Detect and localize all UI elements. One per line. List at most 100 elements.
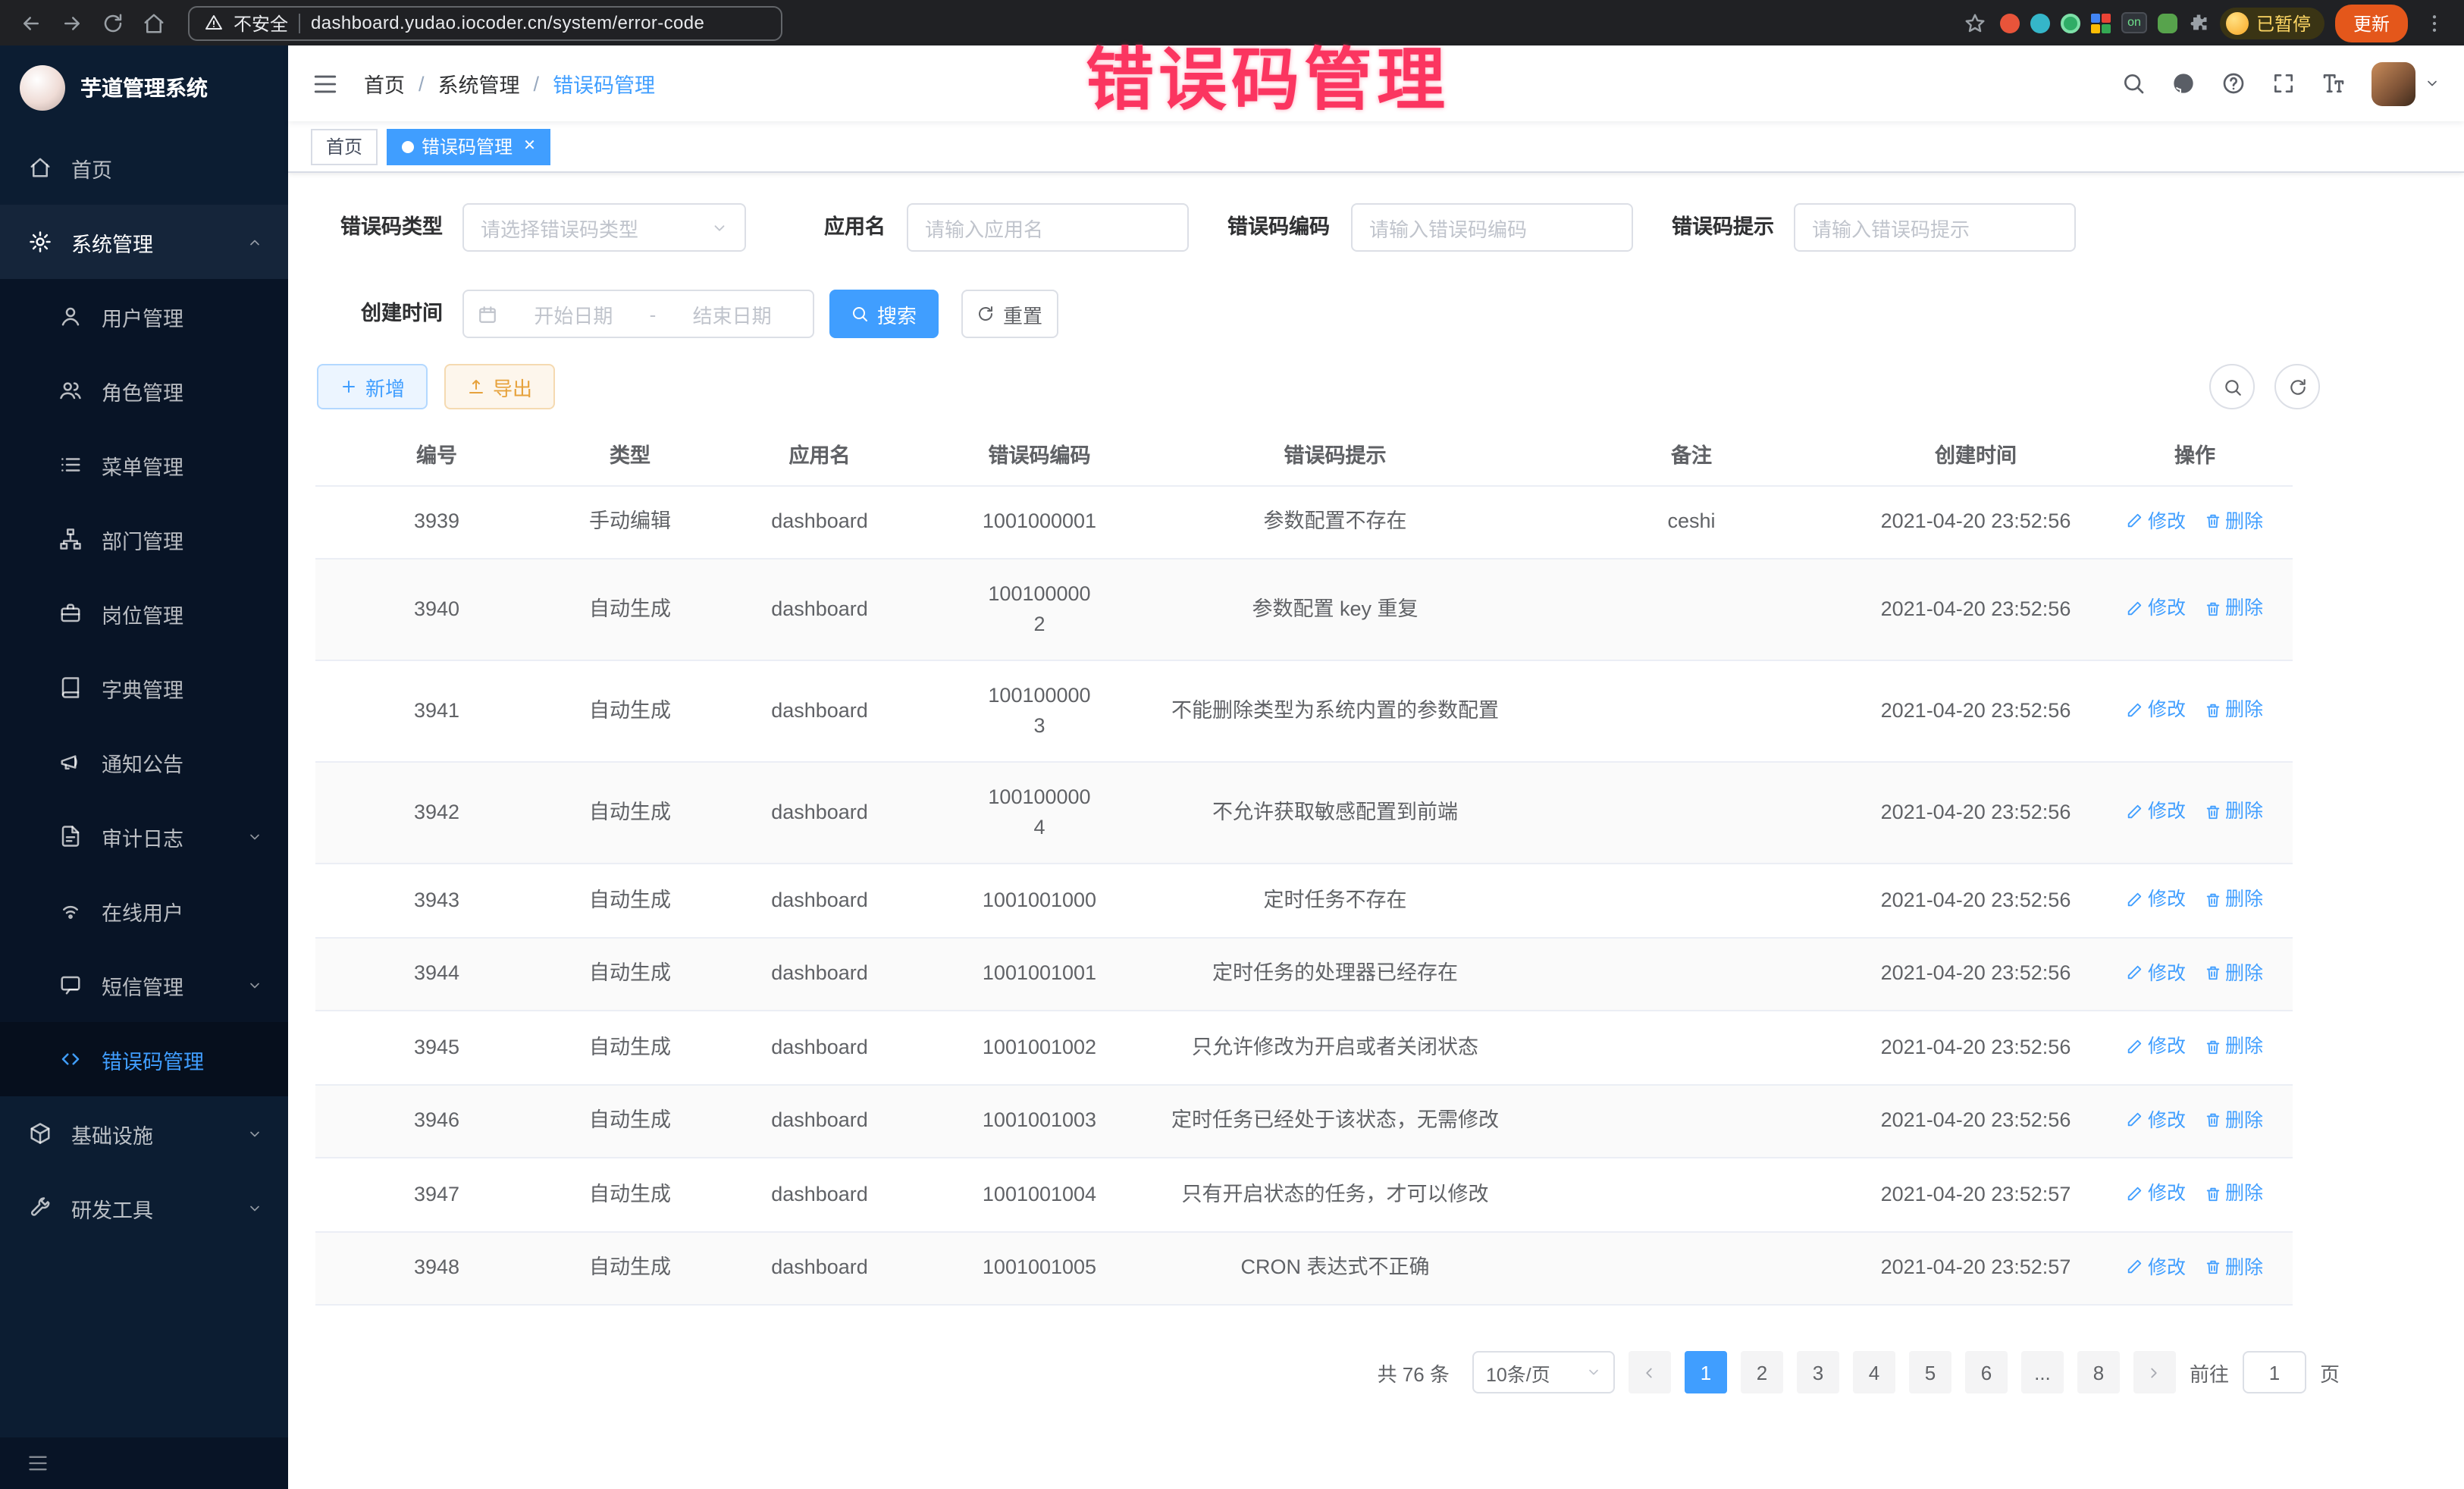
font-size-icon[interactable] — [2321, 71, 2346, 96]
goto-page-input[interactable] — [2243, 1351, 2306, 1393]
sidebar-item-infrastructure[interactable]: 基础设施 — [0, 1096, 288, 1171]
table-cell: 2021-04-20 23:52:56 — [1854, 660, 2097, 762]
delete-link[interactable]: 删除 — [2204, 1178, 2263, 1208]
extension-red-icon[interactable] — [2000, 13, 2020, 33]
browser-menu-icon[interactable] — [2419, 11, 2449, 34]
sidebar-item-dev-tools[interactable]: 研发工具 — [0, 1171, 288, 1245]
app-name-input[interactable]: 请输入应用名 — [907, 203, 1189, 252]
toggle-search-button[interactable] — [2209, 364, 2255, 409]
sidebar-item-role-management[interactable]: 角色管理 — [0, 353, 288, 428]
error-type-select[interactable]: 请选择错误码类型 — [462, 203, 746, 252]
edit-link[interactable]: 修改 — [2127, 884, 2186, 914]
sidebar-logo[interactable]: 芋道管理系统 — [0, 45, 288, 130]
delete-link[interactable]: 删除 — [2204, 1031, 2263, 1061]
create-time-range-picker[interactable]: 开始日期 - 结束日期 — [462, 290, 814, 338]
add-button[interactable]: 新增 — [317, 364, 428, 409]
delete-link[interactable]: 删除 — [2204, 1252, 2263, 1282]
browser-update-button[interactable]: 更新 — [2335, 4, 2408, 42]
prev-page-button[interactable] — [1629, 1351, 1671, 1393]
edit-link[interactable]: 修改 — [2127, 958, 2186, 988]
reset-button[interactable]: 重置 — [961, 290, 1058, 338]
github-icon[interactable] — [2171, 71, 2196, 96]
extension-on-badge-icon[interactable]: on — [2121, 12, 2147, 33]
page-button-6[interactable]: 6 — [1965, 1351, 2008, 1393]
fullscreen-icon[interactable] — [2271, 71, 2296, 96]
search-icon[interactable] — [2121, 71, 2146, 96]
browser-home-icon[interactable] — [138, 11, 168, 34]
table-cell: 2021-04-20 23:52:57 — [1854, 1231, 2097, 1305]
sidebar-item-dict-management[interactable]: 字典管理 — [0, 650, 288, 725]
more-pages-button[interactable]: ... — [2021, 1351, 2064, 1393]
address-bar[interactable]: 不安全 dashboard.yudao.iocoder.cn/system/er… — [188, 5, 782, 40]
sidebar-item-sms-management[interactable]: 短信管理 — [0, 948, 288, 1022]
profile-paused-badge[interactable]: 已暂停 — [2220, 7, 2324, 39]
edit-link[interactable]: 修改 — [2127, 1178, 2186, 1208]
page-size-select[interactable]: 10条/页 — [1472, 1351, 1615, 1393]
browser-forward-icon[interactable] — [56, 11, 86, 34]
sidebar-item-dept-management[interactable]: 部门管理 — [0, 502, 288, 576]
security-warning-icon — [205, 14, 223, 32]
hamburger-icon[interactable] — [312, 71, 338, 96]
table-cell: dashboard — [702, 1231, 937, 1305]
browser-back-icon[interactable] — [15, 11, 45, 34]
sidebar-item-online-users[interactable]: 在线用户 — [0, 873, 288, 948]
help-icon[interactable] — [2221, 71, 2246, 96]
delete-link[interactable]: 删除 — [2204, 958, 2263, 988]
export-button[interactable]: 导出 — [444, 364, 555, 409]
error-hint-input[interactable]: 请输入错误码提示 — [1794, 203, 2076, 252]
edit-link[interactable]: 修改 — [2127, 1252, 2186, 1282]
edit-link[interactable]: 修改 — [2127, 506, 2186, 536]
edit-link[interactable]: 修改 — [2127, 1031, 2186, 1061]
sidebar-item-audit-log[interactable]: 审计日志 — [0, 799, 288, 873]
extension-teal-icon[interactable] — [2030, 13, 2050, 33]
tag-item[interactable]: 首页 — [311, 128, 378, 165]
sidebar-collapse-bar[interactable] — [0, 1437, 288, 1489]
search-button[interactable]: 搜索 — [829, 290, 939, 338]
filter-label-time: 创建时间 — [337, 290, 443, 338]
edit-link[interactable]: 修改 — [2127, 695, 2186, 726]
delete-link[interactable]: 删除 — [2204, 884, 2263, 914]
edit-link[interactable]: 修改 — [2127, 594, 2186, 624]
next-page-button[interactable] — [2133, 1351, 2176, 1393]
extension-green-icon[interactable] — [2061, 13, 2080, 33]
sidebar-item-label: 角色管理 — [102, 375, 183, 406]
extension-leaf-icon[interactable] — [2158, 13, 2177, 33]
edit-icon — [2127, 1185, 2143, 1202]
page-button-2[interactable]: 2 — [1741, 1351, 1783, 1393]
caret-down-icon[interactable] — [2425, 76, 2440, 91]
page-button-4[interactable]: 4 — [1853, 1351, 1895, 1393]
delete-label: 删除 — [2225, 506, 2263, 536]
delete-link[interactable]: 删除 — [2204, 506, 2263, 536]
tag-close-icon[interactable]: ✕ — [523, 138, 536, 155]
breadcrumb-item[interactable]: 系统管理 — [438, 68, 520, 99]
page-button-3[interactable]: 3 — [1797, 1351, 1839, 1393]
bookmark-star-icon[interactable] — [1959, 11, 1989, 34]
goto-label: 前往 — [2190, 1358, 2229, 1387]
sidebar-item-error-code-management[interactable]: 错误码管理 — [0, 1022, 288, 1096]
browser-reload-icon[interactable] — [97, 11, 127, 34]
sidebar-item-home[interactable]: 首页 — [0, 130, 288, 205]
edit-link[interactable]: 修改 — [2127, 797, 2186, 827]
refresh-table-button[interactable] — [2274, 364, 2320, 409]
delete-link[interactable]: 删除 — [2204, 695, 2263, 726]
edit-link[interactable]: 修改 — [2127, 1105, 2186, 1135]
error-code-input[interactable]: 请输入错误码编码 — [1351, 203, 1633, 252]
table-body: 3939手动编辑dashboard1001000001参数配置不存在ceshi2… — [315, 485, 2293, 1305]
breadcrumb-item[interactable]: 首页 — [364, 68, 405, 99]
extensions-puzzle-icon[interactable] — [2188, 12, 2209, 33]
page-button-5[interactable]: 5 — [1909, 1351, 1951, 1393]
delete-link[interactable]: 删除 — [2204, 594, 2263, 624]
tag-active[interactable]: 错误码管理✕ — [387, 128, 551, 165]
delete-link[interactable]: 删除 — [2204, 797, 2263, 827]
delete-link[interactable]: 删除 — [2204, 1105, 2263, 1135]
page-button-1[interactable]: 1 — [1685, 1351, 1727, 1393]
page-button-8[interactable]: 8 — [2077, 1351, 2120, 1393]
sidebar-item-menu-management[interactable]: 菜单管理 — [0, 428, 288, 502]
sidebar-item-post-management[interactable]: 岗位管理 — [0, 576, 288, 650]
edit-label: 修改 — [2148, 1031, 2186, 1061]
extension-grid-icon[interactable] — [2091, 13, 2111, 33]
sidebar-item-system-management[interactable]: 系统管理 — [0, 205, 288, 279]
sidebar-item-notice-announcement[interactable]: 通知公告 — [0, 725, 288, 799]
sidebar-item-user-management[interactable]: 用户管理 — [0, 279, 288, 353]
user-avatar[interactable] — [2372, 61, 2415, 105]
